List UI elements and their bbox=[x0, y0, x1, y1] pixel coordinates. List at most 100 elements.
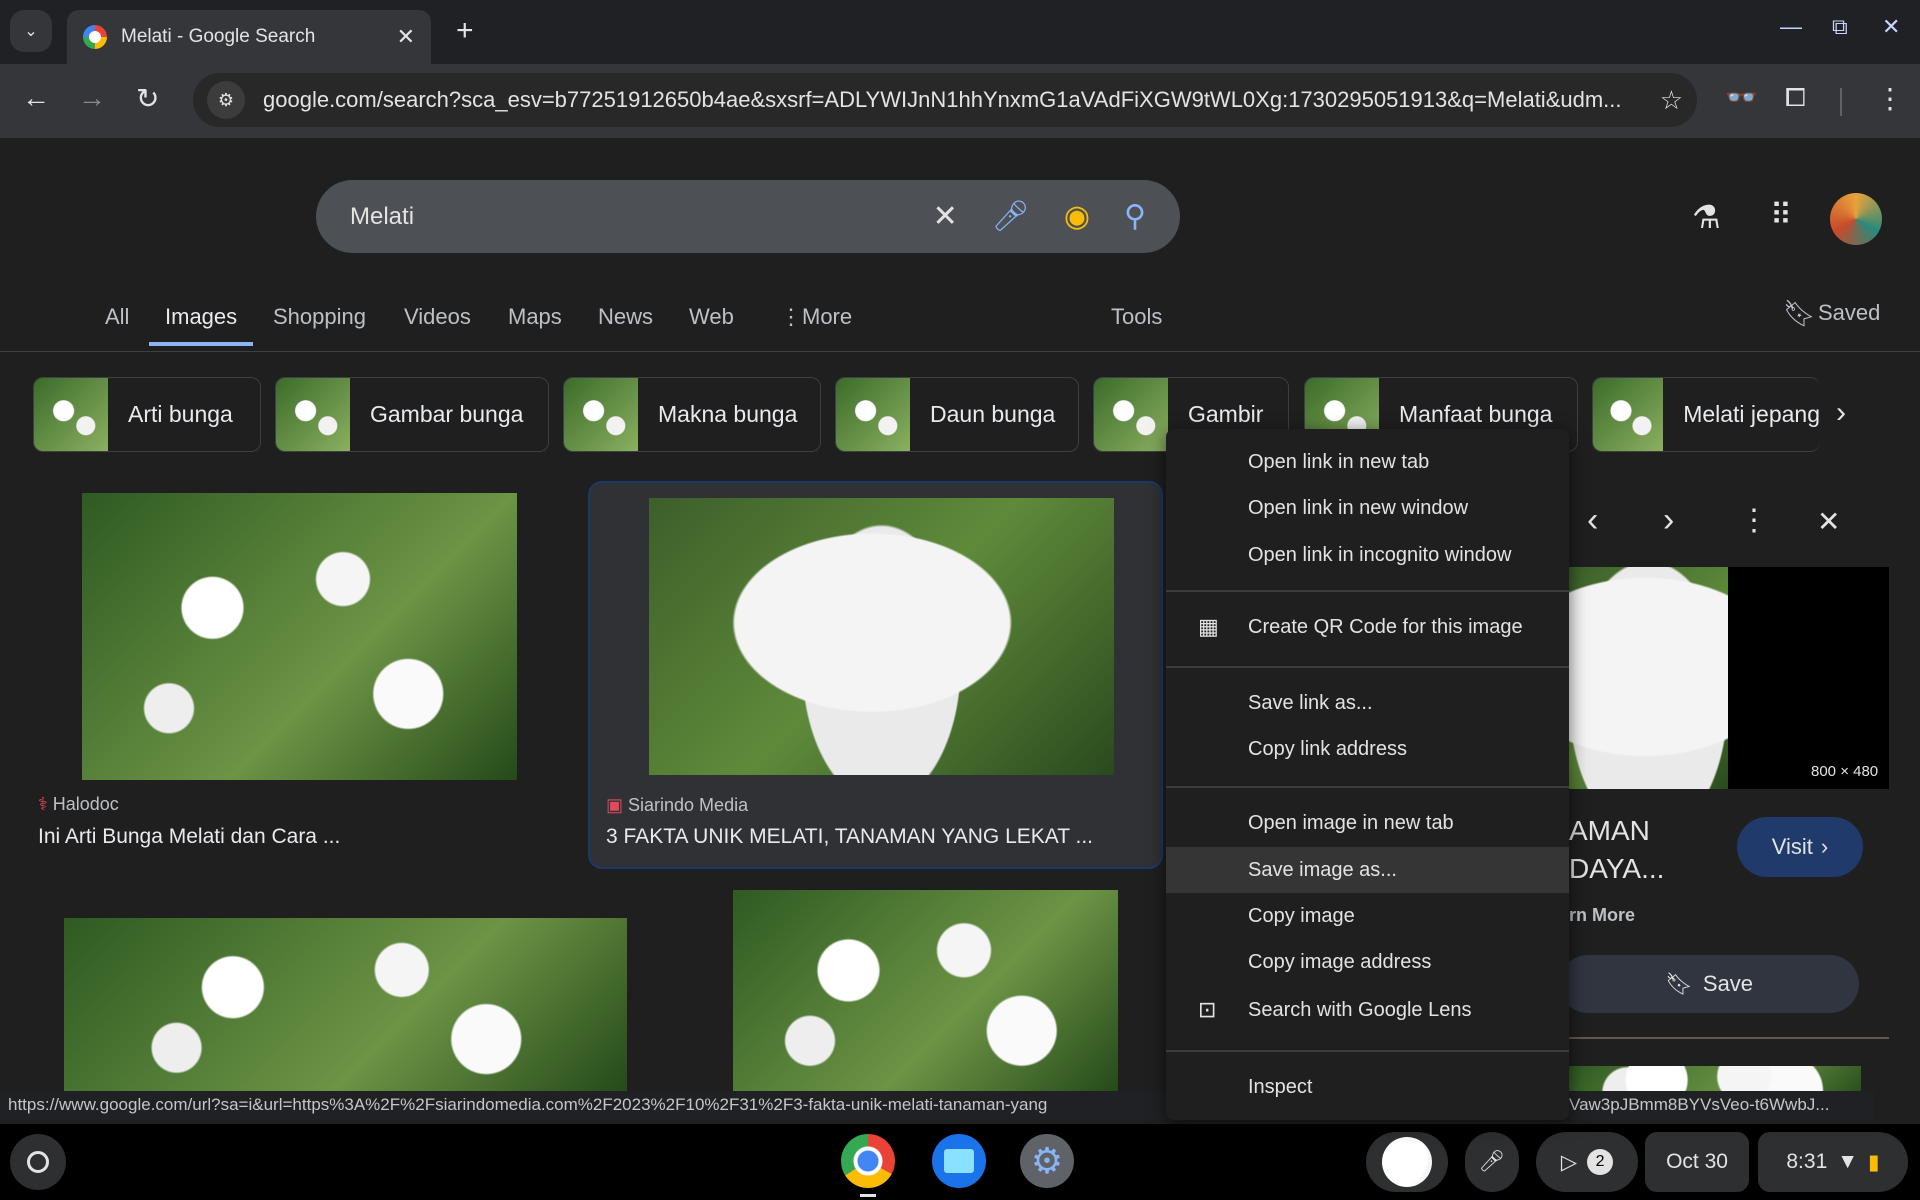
menu-copy-image[interactable]: Copy image bbox=[1166, 893, 1569, 939]
menu-label: Open link in new tab bbox=[1248, 450, 1430, 473]
search-icon[interactable]: ⚲ bbox=[1124, 199, 1146, 234]
chip-gambar-bunga[interactable]: Gambar bunga bbox=[275, 377, 549, 452]
source-favicon-icon: ⚕ bbox=[38, 794, 53, 814]
screen-capture-pod[interactable] bbox=[1366, 1132, 1448, 1192]
result-source[interactable]: ▣ Siarindo Media bbox=[606, 795, 748, 816]
result-image[interactable] bbox=[82, 493, 517, 780]
source-name: Halodoc bbox=[52, 794, 119, 814]
google-lens-icon: ⊡ bbox=[1198, 997, 1217, 1022]
chevron-down-icon: ⌄ bbox=[24, 23, 38, 40]
menu-label: Open link in incognito window bbox=[1248, 543, 1512, 566]
bookmark-star-icon[interactable]: ☆ bbox=[1660, 85, 1683, 116]
more-vert-icon[interactable]: ⋮ bbox=[780, 304, 802, 330]
chip-thumbnail bbox=[1593, 378, 1664, 451]
status-bar-url: https://www.google.com/url?sa=i&url=http… bbox=[0, 1091, 1168, 1120]
result-image[interactable] bbox=[649, 498, 1114, 775]
tab-search-button[interactable]: ⌄ bbox=[10, 10, 52, 52]
microphone-icon[interactable]: 🎤︎ bbox=[992, 199, 1030, 234]
menu-create-qr-code[interactable]: ▦ Create QR Code for this image bbox=[1166, 604, 1569, 650]
launcher-button[interactable] bbox=[10, 1134, 66, 1190]
tab-all[interactable]: All bbox=[105, 304, 129, 330]
menu-copy-image-address[interactable]: Copy image address bbox=[1166, 939, 1569, 985]
selected-result-card[interactable]: ▣ Siarindo Media 3 FAKTA UNIK MELATI, TA… bbox=[588, 481, 1163, 869]
menu-label: Save image as... bbox=[1248, 858, 1397, 881]
menu-open-link-incognito[interactable]: Open link in incognito window bbox=[1166, 532, 1569, 578]
reload-icon[interactable]: ↻ bbox=[136, 82, 159, 115]
chevron-right-icon[interactable]: › bbox=[1836, 396, 1846, 430]
menu-copy-link-address[interactable]: Copy link address bbox=[1166, 726, 1569, 772]
google-lens-icon[interactable]: ◉ bbox=[1064, 199, 1090, 234]
clear-icon[interactable]: ✕ bbox=[933, 199, 958, 234]
save-button[interactable]: 🔖︎ Save bbox=[1559, 955, 1859, 1013]
result-image[interactable] bbox=[733, 890, 1118, 1091]
menu-open-link-new-tab[interactable]: Open link in new tab bbox=[1166, 439, 1569, 485]
menu-save-link-as[interactable]: Save link as... bbox=[1166, 680, 1569, 726]
url-text[interactable]: google.com/search?sca_esv=b77251912650b4… bbox=[263, 87, 1642, 113]
microphone-icon[interactable]: 🎤︎ bbox=[1465, 1132, 1519, 1192]
chip-thumbnail bbox=[276, 378, 350, 451]
close-window-icon[interactable]: ✕ bbox=[1882, 14, 1900, 40]
tab-news[interactable]: News bbox=[598, 304, 653, 330]
site-info-icon[interactable]: ⚙ bbox=[207, 81, 245, 119]
search-box[interactable]: Melati ✕ 🎤︎ ◉ ⚲ bbox=[316, 180, 1180, 253]
menu-label: Copy link address bbox=[1248, 737, 1407, 760]
minimize-icon[interactable]: — bbox=[1780, 14, 1802, 40]
menu-save-image-as[interactable]: Save image as... bbox=[1166, 847, 1569, 893]
menu-kebab-icon[interactable]: ⋮ bbox=[1876, 82, 1904, 115]
tab-images[interactable]: Images bbox=[149, 304, 254, 346]
chip-daun-bunga[interactable]: Daun bunga bbox=[835, 377, 1079, 452]
status-tray[interactable]: 8:31 ▼ ▮ bbox=[1758, 1132, 1908, 1192]
labs-flask-icon[interactable]: ⚗ bbox=[1692, 198, 1721, 236]
menu-open-image-new-tab[interactable]: Open image in new tab bbox=[1166, 800, 1569, 846]
menu-separator bbox=[1166, 786, 1569, 788]
wifi-icon: ▼ bbox=[1837, 1150, 1859, 1173]
apps-grid-icon[interactable]: ⠿ bbox=[1770, 198, 1792, 233]
result-source[interactable]: ⚕ Halodoc bbox=[38, 794, 119, 815]
chip-arti-bunga[interactable]: Arti bunga bbox=[33, 377, 261, 452]
next-icon[interactable]: › bbox=[1663, 501, 1674, 540]
back-icon[interactable]: ← bbox=[22, 82, 50, 114]
saved-link[interactable]: Saved bbox=[1818, 300, 1880, 326]
close-panel-icon[interactable]: ✕ bbox=[1817, 505, 1840, 538]
result-title[interactable]: 3 FAKTA UNIK MELATI, TANAMAN YANG LEKAT … bbox=[606, 825, 1093, 849]
tab-more[interactable]: More bbox=[802, 304, 852, 330]
settings-app-icon[interactable]: ⚙ bbox=[1020, 1134, 1074, 1188]
tab-shopping[interactable]: Shopping bbox=[273, 304, 366, 330]
previous-icon[interactable]: ‹ bbox=[1587, 501, 1598, 540]
tools-button[interactable]: Tools bbox=[1111, 304, 1162, 330]
address-bar[interactable]: ⚙ google.com/search?sca_esv=b77251912650… bbox=[193, 73, 1697, 127]
menu-inspect[interactable]: Inspect bbox=[1166, 1064, 1569, 1110]
forward-icon[interactable]: → bbox=[78, 82, 106, 114]
extensions-icon[interactable]: ⧠ bbox=[1785, 82, 1806, 114]
notification-pod[interactable]: ▷ 2 bbox=[1536, 1132, 1638, 1192]
browser-tab[interactable]: Melati - Google Search ✕ bbox=[67, 10, 431, 64]
menu-label: Search with Google Lens bbox=[1248, 998, 1472, 1021]
battery-icon: ▮ bbox=[1868, 1150, 1880, 1174]
tab-videos[interactable]: Videos bbox=[404, 304, 471, 330]
visit-button[interactable]: Visit › bbox=[1737, 817, 1863, 877]
chip-thumbnail bbox=[34, 378, 108, 451]
search-input[interactable]: Melati bbox=[350, 203, 899, 231]
close-tab-icon[interactable]: ✕ bbox=[397, 24, 415, 50]
learn-more-link[interactable]: rn More bbox=[1569, 905, 1635, 926]
menu-search-google-lens[interactable]: ⊡ Search with Google Lens bbox=[1166, 987, 1569, 1033]
preview-image[interactable] bbox=[1569, 567, 1728, 789]
chip-label: Manfaat bunga bbox=[1399, 401, 1553, 427]
chrome-app-icon[interactable] bbox=[841, 1134, 895, 1188]
menu-open-link-new-window[interactable]: Open link in new window bbox=[1166, 485, 1569, 531]
restore-icon[interactable]: ⧉ bbox=[1832, 14, 1848, 40]
date-button[interactable]: Oct 30 bbox=[1645, 1132, 1749, 1192]
avatar[interactable] bbox=[1830, 193, 1882, 245]
files-app-icon[interactable] bbox=[932, 1134, 986, 1188]
menu-label: Open image in new tab bbox=[1248, 811, 1454, 834]
tab-web[interactable]: Web bbox=[689, 304, 734, 330]
chip-melati-jepang[interactable]: Melati jepang bbox=[1592, 377, 1820, 452]
new-tab-button[interactable]: + bbox=[456, 14, 474, 48]
profile-incognito-icon[interactable]: 👓 bbox=[1725, 82, 1757, 113]
result-title[interactable]: Ini Arti Bunga Melati dan Cara ... bbox=[38, 825, 340, 849]
result-image[interactable] bbox=[64, 918, 627, 1091]
more-options-icon[interactable]: ⋮ bbox=[1739, 503, 1769, 538]
chip-makna-bunga[interactable]: Makna bunga bbox=[563, 377, 821, 452]
tab-title: Melati - Google Search bbox=[121, 26, 316, 47]
tab-maps[interactable]: Maps bbox=[508, 304, 562, 330]
